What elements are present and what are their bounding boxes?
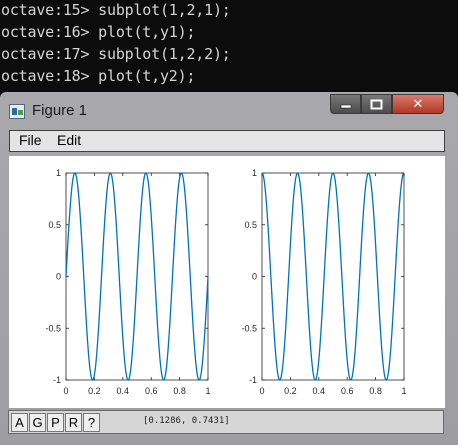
x-tick-label: 0.8: [173, 386, 186, 396]
rotate-button[interactable]: R: [65, 413, 82, 432]
help-button[interactable]: ?: [83, 413, 100, 432]
x-tick-label: 0.6: [145, 386, 158, 396]
menu-file[interactable]: File: [19, 132, 42, 148]
grid-toggle-button[interactable]: G: [29, 413, 46, 432]
maximize-icon: [370, 99, 383, 109]
x-tick-label: 1: [401, 386, 406, 396]
y-tick-label: -0.5: [241, 323, 257, 333]
axes-box-2: [261, 172, 405, 381]
close-icon: ✕: [412, 96, 424, 112]
y-tick-label: 0.5: [244, 220, 257, 230]
maximize-button[interactable]: [361, 94, 392, 114]
y-tick-label: 0: [252, 272, 257, 282]
x-tick-label: 0.4: [117, 386, 130, 396]
series-line-2: [261, 172, 405, 381]
octave-figure-icon: [9, 104, 25, 119]
y-tick-label: 1: [252, 168, 257, 178]
status-toolbar: A G P R ? [0.1286, 0.7431]: [8, 410, 444, 434]
y-tick-label: -0.5: [45, 323, 61, 333]
terminal-line: octave:17> subplot(1,2,2);: [1, 45, 231, 63]
x-tick-label: 0.2: [284, 386, 297, 396]
octave-terminal[interactable]: octave:15> subplot(1,2,1); octave:16> pl…: [0, 0, 458, 100]
figure-plots: 0 0.2 0.4 0.6 0.8 1 -1 -0.5 0 0.5 1 0 0.2 0.4 0.6 0.8 1 -…: [45, 168, 406, 396]
series-line-1: [65, 172, 209, 381]
menu-edit[interactable]: Edit: [57, 132, 81, 148]
x-tick-label: 0.6: [341, 386, 354, 396]
y-tick-label: 0.5: [48, 220, 61, 230]
x-tick-label: 0.2: [88, 386, 101, 396]
terminal-line: octave:16> plot(t,y1);: [1, 23, 196, 41]
figure-window: Figure 1 ✕ File Edit 0 0.2 0.4 0.6 0.8 1 -1 -0.…: [0, 92, 458, 445]
y-tick-label: -1: [249, 375, 257, 385]
window-title: Figure 1: [32, 102, 88, 119]
x-tick-label: 0.8: [369, 386, 382, 396]
title-bar[interactable]: Figure 1 ✕: [0, 92, 458, 119]
minimize-button[interactable]: [330, 94, 361, 114]
y-tick-label: 0: [56, 272, 61, 282]
y-tick-label: 1: [56, 168, 61, 178]
y-tick-label: -1: [53, 375, 61, 385]
minimize-icon: [340, 104, 351, 109]
menu-bar: File Edit: [9, 130, 445, 152]
x-tick-label: 0: [63, 386, 68, 396]
coordinate-readout: [0.1286, 0.7431]: [143, 416, 230, 426]
pan-button[interactable]: P: [47, 413, 64, 432]
autoscale-button[interactable]: A: [11, 413, 28, 432]
close-button[interactable]: ✕: [392, 94, 444, 114]
plot-canvas[interactable]: 0 0.2 0.4 0.6 0.8 1 -1 -0.5 0 0.5 1 0 0.2 0.4 0.6 0.8 1 -…: [9, 156, 445, 408]
terminal-line: octave:18> plot(t,y2);: [1, 67, 196, 85]
x-tick-label: 0: [259, 386, 264, 396]
x-tick-label: 1: [205, 386, 210, 396]
x-tick-label: 0.4: [313, 386, 326, 396]
terminal-line: octave:15> subplot(1,2,1);: [1, 1, 231, 19]
